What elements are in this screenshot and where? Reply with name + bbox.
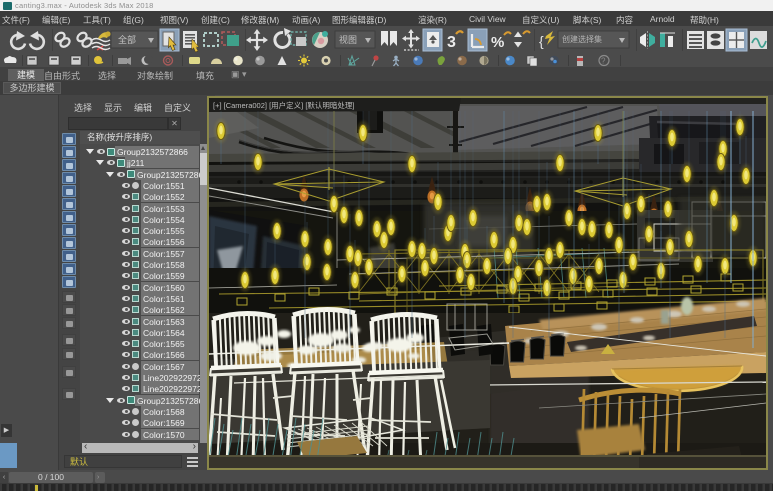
svg-text:3: 3 [447,34,456,51]
svg-text:{: { [539,33,544,49]
svg-text:?: ? [601,57,606,66]
svg-text:视图: 视图 [339,34,357,45]
svg-text:创建选择集: 创建选择集 [562,34,602,44]
svg-text:%: % [491,34,504,51]
svg-text:全部: 全部 [118,34,136,45]
